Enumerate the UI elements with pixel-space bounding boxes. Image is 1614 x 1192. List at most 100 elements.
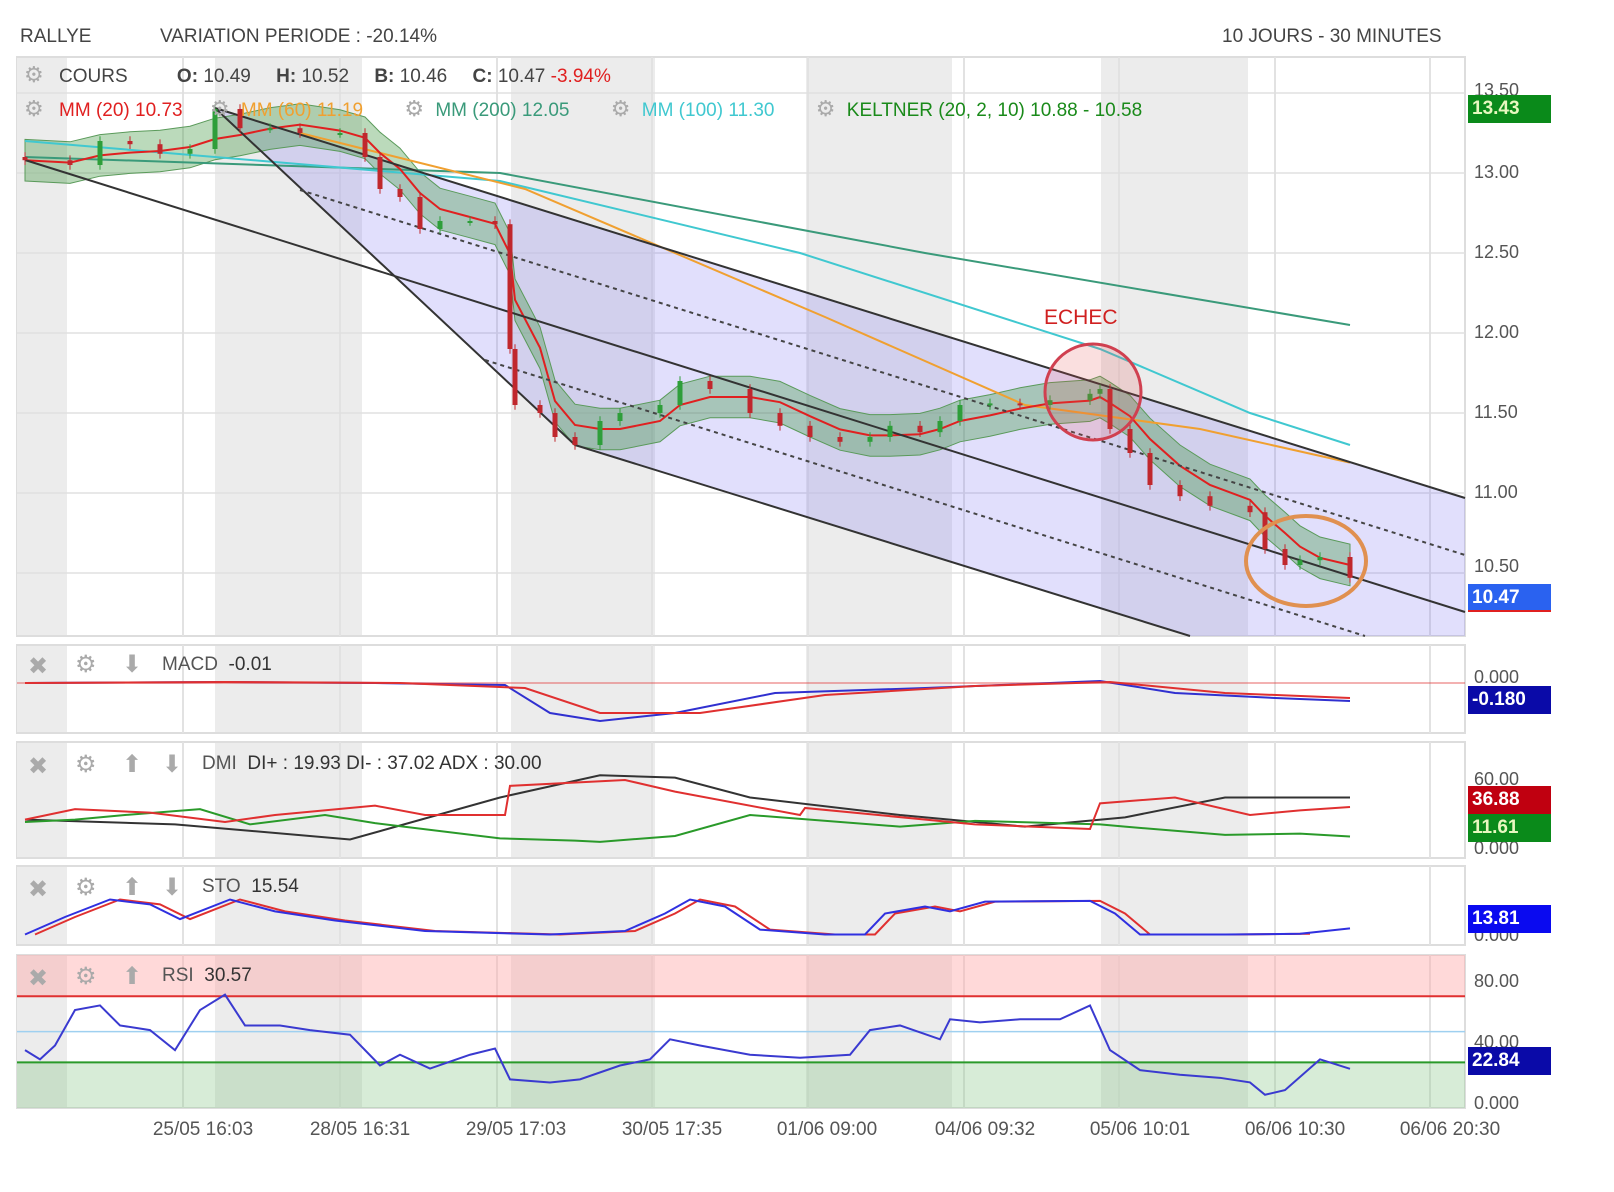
macd-label: MACD <box>162 654 218 675</box>
gear-icon[interactable]: ⚙ <box>611 96 631 121</box>
candle <box>467 221 473 223</box>
candle <box>362 133 368 157</box>
close-value: 10.47 <box>497 66 546 87</box>
legend-indicators: ⚙ MM (20) 10.73 ⚙ MM (60) 11.19 ⚙ MM (20… <box>24 96 1142 122</box>
change-percent: -3.94% <box>550 66 611 87</box>
candle <box>1177 485 1183 497</box>
sto-value: 15.54 <box>251 876 299 897</box>
arrow-up-icon[interactable]: ⬆ <box>122 873 142 902</box>
close-icon[interactable]: ✖ <box>28 652 48 681</box>
mm20-value: 10.73 <box>135 100 183 121</box>
candle <box>437 221 443 229</box>
rsi-legend: RSI 30.57 <box>162 965 252 987</box>
x-tick: 06/06 10:30 <box>1244 1119 1346 1140</box>
candle <box>67 160 73 165</box>
session-shade <box>1101 867 1248 944</box>
rsi-oversold-zone <box>17 1062 1465 1108</box>
gear-icon[interactable]: ⚙ <box>816 96 836 121</box>
x-tick: 29/05 17:03 <box>465 1119 567 1140</box>
price-tick: 12.00 <box>1474 322 1520 342</box>
candle <box>987 403 993 406</box>
candle <box>1017 403 1023 406</box>
x-tick: 28/05 16:31 <box>309 1119 411 1140</box>
candle <box>747 389 753 413</box>
candle <box>1207 496 1213 506</box>
candle <box>397 189 403 197</box>
arrow-down-icon[interactable]: ⬇ <box>162 873 182 902</box>
gear-icon[interactable]: ⚙ <box>75 750 97 779</box>
session-shade <box>806 743 952 857</box>
x-tick: 25/05 16:03 <box>152 1119 254 1140</box>
candle <box>677 381 683 405</box>
chart-canvas[interactable] <box>0 0 1614 1192</box>
gear-icon[interactable]: ⚙ <box>404 96 424 121</box>
gear-icon[interactable]: ⚙ <box>24 62 44 87</box>
gear-icon[interactable]: ⚙ <box>75 962 97 991</box>
candle <box>512 349 518 405</box>
x-tick: 30/05 17:35 <box>621 1119 723 1140</box>
macd-tick: 0.000 <box>1474 667 1520 687</box>
candle <box>937 421 943 433</box>
candle <box>127 141 133 145</box>
sto-badge: 13.81 <box>1468 905 1551 933</box>
gear-icon[interactable]: ⚙ <box>75 650 97 679</box>
mm20-label: MM (20) <box>59 100 130 121</box>
candle <box>552 413 558 437</box>
keltner-value: 10.88 - 10.58 <box>1030 100 1143 121</box>
x-tick: 04/06 09:32 <box>934 1119 1036 1140</box>
stock-chart: RALLYE VARIATION PERIODE : -20.14% 10 JO… <box>0 0 1614 1192</box>
symbol-label: RALLYE <box>20 26 92 47</box>
di-minus-badge: 36.88 <box>1468 786 1551 814</box>
rsi-tick: 0.000 <box>1474 1093 1520 1113</box>
session-shade <box>1101 743 1248 857</box>
close-icon[interactable]: ✖ <box>28 752 48 781</box>
macd-legend: MACD -0.01 <box>162 654 272 676</box>
keltner-label: KELTNER (20, 2, 10) <box>846 100 1025 121</box>
candle <box>887 425 893 437</box>
candle <box>22 157 28 161</box>
mm100-label: MM (100) <box>641 100 724 121</box>
candle <box>1297 560 1303 565</box>
macd-badge: -0.180 <box>1468 686 1551 714</box>
arrow-down-icon[interactable]: ⬇ <box>122 650 142 679</box>
gear-icon[interactable]: ⚙ <box>24 96 44 121</box>
candle <box>597 421 603 445</box>
gear-icon[interactable]: ⚙ <box>75 873 97 902</box>
candle <box>917 425 923 433</box>
mm200-label: MM (200) <box>435 100 517 121</box>
sto-label: STO <box>202 876 241 897</box>
candle <box>492 221 498 225</box>
candle <box>572 437 578 445</box>
mm60-value: 11.19 <box>316 100 364 121</box>
high-label: H: <box>276 66 297 87</box>
arrow-down-icon[interactable]: ⬇ <box>162 750 182 779</box>
rsi-label: RSI <box>162 965 194 986</box>
candle <box>337 133 343 135</box>
last-price-badge: 10.47 <box>1468 584 1551 612</box>
arrow-up-icon[interactable]: ⬆ <box>122 750 142 779</box>
sto-legend: STO 15.54 <box>202 876 299 898</box>
cours-label: COURS <box>59 66 128 87</box>
arrow-up-icon[interactable]: ⬆ <box>122 962 142 991</box>
candle <box>707 381 713 389</box>
mm200-value: 12.05 <box>521 100 570 121</box>
gear-icon[interactable]: ⚙ <box>210 96 230 121</box>
rsi-tick: 80.00 <box>1474 971 1520 991</box>
candle <box>297 128 303 133</box>
close-label: C: <box>472 66 493 87</box>
candle <box>417 197 423 229</box>
close-icon[interactable]: ✖ <box>28 875 48 904</box>
open-label: O: <box>176 66 199 87</box>
candle <box>777 413 783 426</box>
close-icon[interactable]: ✖ <box>28 964 48 993</box>
open-value: 10.49 <box>203 66 251 87</box>
session-shade <box>806 867 952 944</box>
candle <box>187 149 193 154</box>
di-plus-badge: 11.61 <box>1468 814 1551 842</box>
candle <box>657 405 663 413</box>
candle <box>507 224 513 349</box>
candle <box>1247 505 1253 513</box>
period-label[interactable]: 10 JOURS - 30 MINUTES <box>1222 26 1442 48</box>
candle <box>807 425 813 437</box>
price-tick: 11.00 <box>1474 482 1518 502</box>
